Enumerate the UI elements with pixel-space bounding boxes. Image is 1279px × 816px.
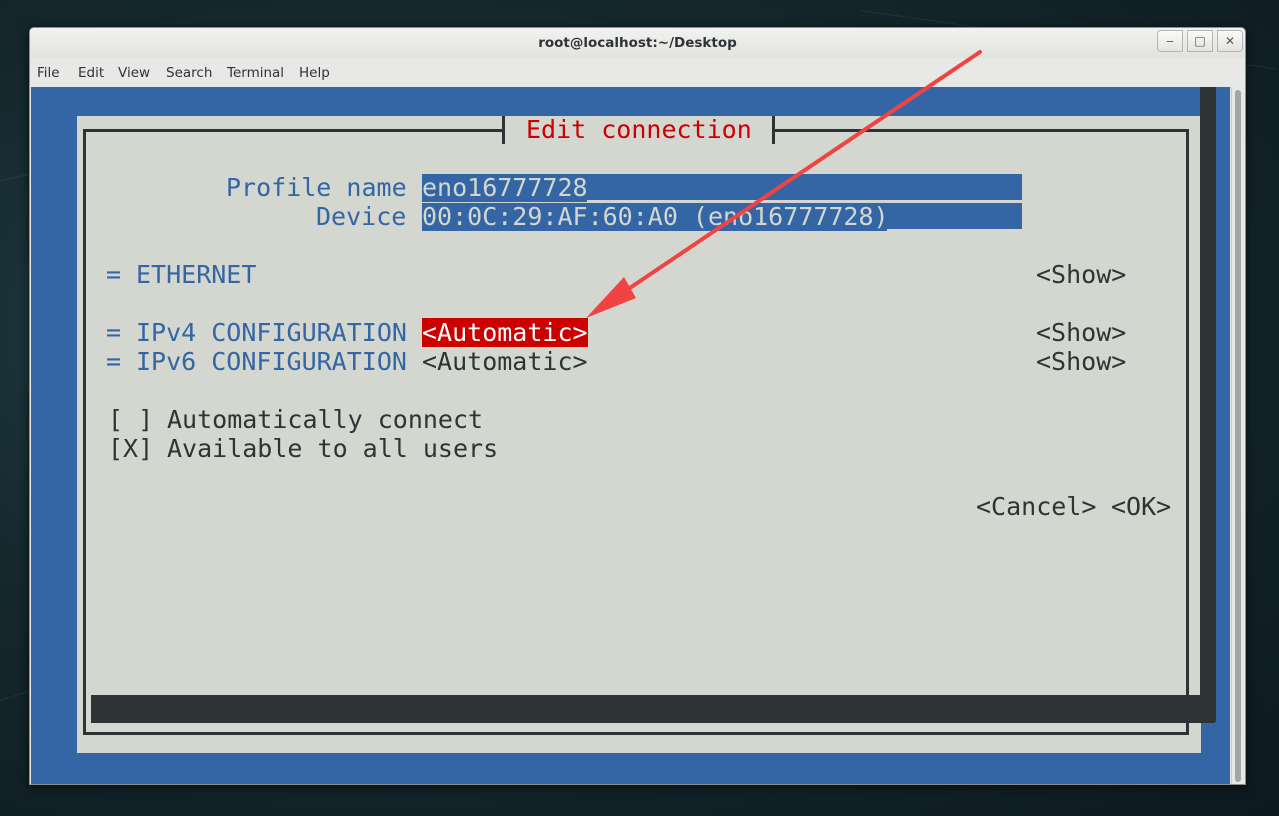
ipv4-marker: = — [106, 318, 122, 347]
profile-name-value: eno16777728 — [422, 173, 588, 202]
ipv6-label: IPv6 CONFIGURATION — [136, 347, 407, 376]
title-bar[interactable]: root@localhost:~/Desktop ‒ □ ✕ — [30, 28, 1245, 58]
menu-view[interactable]: View — [118, 65, 150, 81]
window-title: root@localhost:~/Desktop — [538, 35, 737, 51]
terminal-window: root@localhost:~/Desktop ‒ □ ✕ File Edit… — [29, 27, 1246, 785]
dialog-shadow-right — [1200, 87, 1216, 722]
close-button[interactable]: ✕ — [1217, 30, 1243, 52]
menu-edit[interactable]: Edit — [78, 65, 104, 81]
profile-name-input[interactable]: eno16777728 — [422, 173, 1022, 202]
ethernet-marker: = — [106, 260, 122, 289]
dialog-title: Edit connection — [526, 115, 752, 144]
all-users-label: Available to all users — [167, 434, 499, 463]
dialog-title-divider — [772, 116, 775, 144]
ipv4-label: IPv4 CONFIGURATION — [136, 318, 407, 347]
profile-name-label: Profile name — [226, 173, 407, 202]
menu-search[interactable]: Search — [166, 65, 212, 81]
auto-connect-checkbox[interactable]: [ ] — [108, 405, 153, 434]
menu-file[interactable]: File — [37, 65, 60, 81]
device-value: 00:0C:29:AF:60:A0 (eno16777728) — [422, 202, 889, 231]
edit-connection-dialog: Edit connection Profile name eno16777728… — [77, 115, 1201, 753]
ethernet-show-button[interactable]: <Show> — [1036, 260, 1126, 289]
all-users-checkbox[interactable]: [X] — [108, 434, 153, 463]
ipv6-mode-button[interactable]: <Automatic> — [422, 347, 588, 376]
scrollbar-thumb[interactable] — [1235, 90, 1241, 782]
auto-connect-label: Automatically connect — [167, 405, 484, 434]
menu-bar: File Edit View Search Terminal Help — [30, 60, 1245, 84]
dialog-shadow-bottom — [91, 695, 1215, 723]
device-label: Device — [316, 202, 407, 231]
menu-terminal[interactable]: Terminal — [227, 65, 284, 81]
device-underline — [887, 229, 1022, 231]
minimize-button[interactable]: ‒ — [1157, 30, 1183, 52]
menu-help[interactable]: Help — [299, 65, 330, 81]
ipv6-show-button[interactable]: <Show> — [1036, 347, 1126, 376]
terminal-screen[interactable]: Edit connection Profile name eno16777728… — [31, 87, 1230, 784]
maximize-button[interactable]: □ — [1187, 30, 1213, 52]
device-input[interactable]: 00:0C:29:AF:60:A0 (eno16777728) — [422, 202, 1022, 231]
ok-button[interactable]: <OK> — [1111, 492, 1171, 521]
dialog-title-divider — [502, 116, 505, 144]
ethernet-label: ETHERNET — [136, 260, 257, 289]
ipv4-mode-button[interactable]: <Automatic> — [422, 318, 588, 347]
ipv4-show-button[interactable]: <Show> — [1036, 318, 1126, 347]
cancel-button[interactable]: <Cancel> — [976, 492, 1096, 521]
ipv6-marker: = — [106, 347, 122, 376]
